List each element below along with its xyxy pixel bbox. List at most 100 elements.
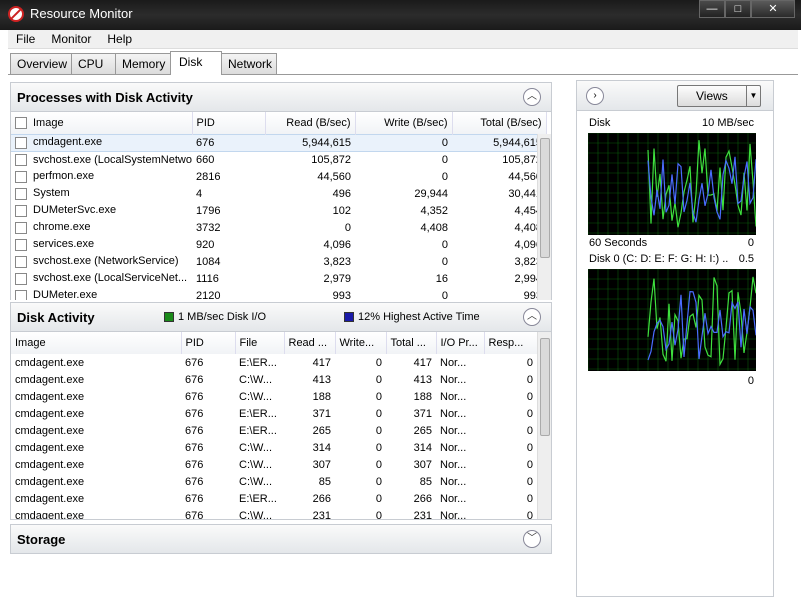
menu-bar: File Monitor Help <box>8 30 798 49</box>
process-row[interactable]: svchost.exe (LocalSystemNetworkRestricte… <box>11 151 546 168</box>
process-row[interactable]: DUMeterSvc.exe 1796 102 4,352 4,454 <box>11 202 546 219</box>
process-row[interactable]: System 4 496 29,944 30,441 <box>11 185 546 202</box>
disk-cell-total: 231 <box>413 509 432 520</box>
disk-col-image[interactable]: Image <box>11 332 182 354</box>
col-read[interactable]: Read (B/sec) <box>265 112 356 134</box>
process-checkbox[interactable] <box>15 272 27 285</box>
disk-col-total[interactable]: Total ... <box>386 332 437 354</box>
col-image[interactable]: Image <box>11 112 193 134</box>
disk-col-read[interactable]: Read ... <box>284 332 336 354</box>
process-checkbox[interactable] <box>15 136 27 149</box>
disk-activity-scroll-thumb[interactable] <box>540 338 550 436</box>
disk-cell-write: 0 <box>375 424 382 437</box>
resource-monitor-icon <box>8 6 24 22</box>
maximize-button[interactable]: □ <box>725 0 751 18</box>
process-pid: 3732 <box>196 221 221 234</box>
disk-cell-write: 0 <box>375 441 382 454</box>
col-total[interactable]: Total (B/sec) <box>452 112 547 134</box>
process-row[interactable]: svchost.exe (LocalServiceNet... 1116 2,979… <box>11 270 546 287</box>
disk-cell-image: cmdagent.exe <box>15 458 85 471</box>
disk-cell-image: cmdagent.exe <box>15 475 85 488</box>
process-write: 0 <box>441 255 448 268</box>
disk-cell-write: 0 <box>375 407 382 420</box>
process-image: cmdagent.exe <box>11 133 192 152</box>
process-checkbox[interactable] <box>15 170 27 183</box>
views-dropdown[interactable]: Views ▼ <box>677 85 761 107</box>
disk-cell-io-priority: Nor... <box>440 424 467 437</box>
disk-cell-response: 0 <box>526 441 533 454</box>
menu-help[interactable]: Help <box>99 30 140 48</box>
disk-activity-row[interactable]: cmdagent.exe 676 C:\W... 188 0 188 Nor... 0 <box>11 388 537 405</box>
process-checkbox[interactable] <box>15 221 27 234</box>
process-row[interactable]: svchost.exe (NetworkService) 1084 3,823 0 3,… <box>11 253 546 270</box>
disk-col-write[interactable]: Write... <box>335 332 387 354</box>
disk-activity-row[interactable]: cmdagent.exe 676 E:\ER... 265 0 265 Nor... 0 <box>11 422 537 439</box>
process-read: 496 <box>332 187 351 200</box>
disk-cell-file: C:\W... <box>239 458 272 471</box>
disk-col-file[interactable]: File <box>235 332 285 354</box>
menu-file[interactable]: File <box>8 30 43 48</box>
process-pid: 4 <box>196 187 203 200</box>
col-pid[interactable]: PID <box>192 112 266 134</box>
disk-cell-read: 314 <box>312 441 331 454</box>
select-all-checkbox[interactable] <box>15 116 27 129</box>
col-write[interactable]: Write (B/sec) <box>355 112 453 134</box>
disk-activity-row[interactable]: cmdagent.exe 676 E:\ER... 417 0 417 Nor... 0 <box>11 354 537 371</box>
disk-cell-response: 0 <box>526 492 533 505</box>
process-read: 44,560 <box>317 170 351 183</box>
disk-activity-row[interactable]: cmdagent.exe 676 C:\W... 85 0 85 Nor... 0 <box>11 473 537 490</box>
disk-cell-io-priority: Nor... <box>440 356 467 369</box>
disk-activity-row[interactable]: cmdagent.exe 676 E:\ER... 266 0 266 Nor... 0 <box>11 490 537 507</box>
minimize-button[interactable]: — <box>699 0 725 18</box>
storage-title: Storage <box>17 532 66 547</box>
tab-network[interactable]: Network <box>221 53 277 74</box>
process-checkbox[interactable] <box>15 204 27 217</box>
process-checkbox[interactable] <box>15 153 27 166</box>
disk-activity-table: Image PID File Read ... Write... Total ... I/O… <box>11 332 538 520</box>
disk-cell-read: 371 <box>312 407 331 420</box>
disk0-active-graph <box>588 269 756 371</box>
collapse-processes-icon[interactable]: ︿ <box>523 88 541 106</box>
process-row[interactable]: cmdagent.exe 676 5,944,615 0 5,944,615 <box>11 133 546 152</box>
collapse-disk-activity-icon[interactable]: ︿ <box>523 308 541 326</box>
collapse-graph-pane-icon[interactable]: › <box>586 87 604 105</box>
disk-activity-row[interactable]: cmdagent.exe 676 C:\W... 314 0 314 Nor... 0 <box>11 439 537 456</box>
process-row[interactable]: chrome.exe 3732 0 4,408 4,408 <box>11 219 546 236</box>
disk-graph-block: Disk 10 MB/sec 60 Seconds 0 <box>586 115 758 253</box>
process-pid: 1116 <box>196 272 219 285</box>
storage-header[interactable]: Storage ﹀ <box>10 524 552 554</box>
tab-cpu[interactable]: CPU <box>71 53 116 74</box>
processes-scrollbar[interactable] <box>537 134 551 300</box>
process-pid: 2816 <box>196 170 221 183</box>
disk-activity-title: Disk Activity <box>17 310 95 325</box>
processes-header[interactable]: Processes with Disk Activity ︿ <box>10 82 552 112</box>
process-checkbox[interactable] <box>15 187 27 200</box>
close-button[interactable]: ✕ <box>751 0 795 18</box>
process-write: 4,408 <box>420 221 448 234</box>
process-row[interactable]: perfmon.exe 2816 44,560 0 44,560 <box>11 168 546 185</box>
tab-disk[interactable]: Disk <box>170 51 222 75</box>
disk-col-response[interactable]: Resp... <box>484 332 538 354</box>
disk-activity-row[interactable]: cmdagent.exe 676 C:\W... 307 0 307 Nor... 0 <box>11 456 537 473</box>
process-total: 30,441 <box>508 187 542 200</box>
process-row[interactable]: services.exe 920 4,096 0 4,096 <box>11 236 546 253</box>
disk-cell-write: 0 <box>375 356 382 369</box>
process-checkbox[interactable] <box>15 238 27 251</box>
disk-activity-row[interactable]: cmdagent.exe 676 C:\W... 413 0 413 Nor... 0 <box>11 371 537 388</box>
disk-col-pid[interactable]: PID <box>181 332 236 354</box>
disk-activity-header[interactable]: Disk Activity 1 MB/sec Disk I/O 12% High… <box>10 302 552 332</box>
disk-activity-row[interactable]: cmdagent.exe 676 C:\W... 231 0 231 Nor... 0 <box>11 507 537 520</box>
process-row[interactable]: DUMeter.exe 2120 993 0 993 <box>11 287 546 300</box>
processes-scroll-thumb[interactable] <box>540 138 550 258</box>
expand-storage-icon[interactable]: ﹀ <box>523 530 541 548</box>
menu-monitor[interactable]: Monitor <box>43 30 99 48</box>
process-read: 4,096 <box>323 238 351 251</box>
process-checkbox[interactable] <box>15 289 27 300</box>
disk-col-io-priority[interactable]: I/O Pr... <box>436 332 485 354</box>
process-checkbox[interactable] <box>15 255 27 268</box>
process-total: 2,994 <box>514 272 542 285</box>
tab-memory[interactable]: Memory <box>115 53 171 74</box>
tab-overview[interactable]: Overview <box>10 53 72 74</box>
disk-activity-scrollbar[interactable] <box>537 332 551 519</box>
disk-activity-row[interactable]: cmdagent.exe 676 E:\ER... 371 0 371 Nor... 0 <box>11 405 537 422</box>
